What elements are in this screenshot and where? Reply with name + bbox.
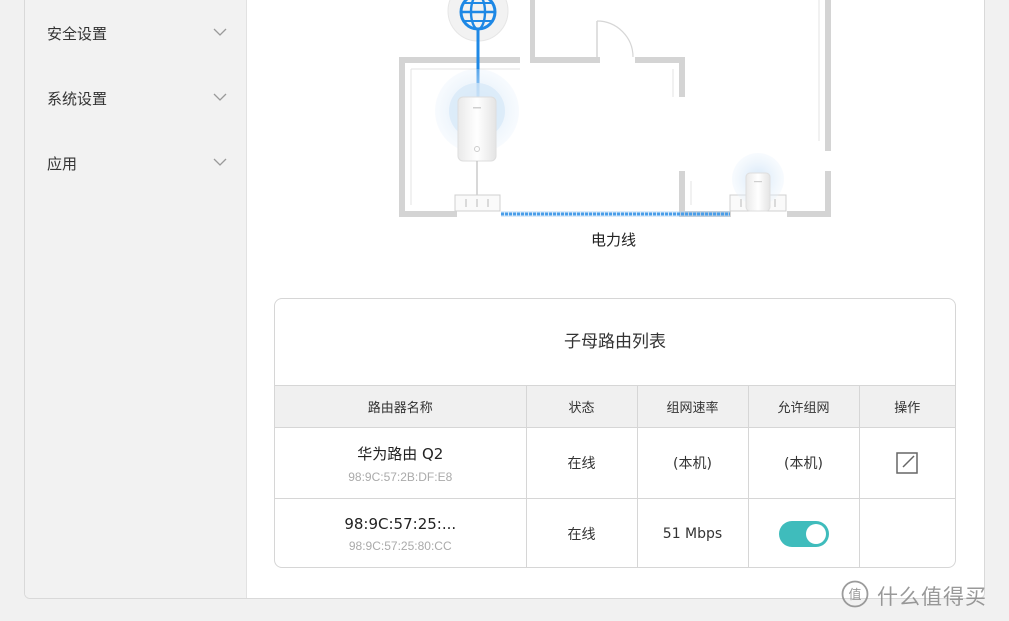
edit-icon[interactable] <box>895 451 919 475</box>
router-mac: 98:9C:57:25:80:CC <box>348 539 452 553</box>
router-rate: 51 Mbps <box>636 498 748 567</box>
column-header-allow: 允许组网 <box>747 385 859 428</box>
router-action-cell <box>858 427 955 499</box>
table-row: 华为路由 Q2 98:9C:57:2B:DF:E8 在线 (本机) (本机) <box>275 427 955 499</box>
powerline-label: 电力线 <box>591 231 637 249</box>
svg-text:值: 值 <box>848 587 861 603</box>
column-header-action: 操作 <box>858 385 955 428</box>
router-name-cell: 华为路由 Q2 98:9C:57:2B:DF:E8 <box>275 427 526 499</box>
router-list-title: 子母路由列表 <box>564 332 666 352</box>
router-status: 在线 <box>525 498 637 567</box>
router-name: 华为路由 Q2 <box>357 444 444 463</box>
router-action-cell <box>858 498 955 567</box>
router-sub-icon <box>745 172 771 212</box>
main-panel: 安全设置 系统设置 应用 电力线 子母路由列表 路由器名称 状态 组网速率 允许… <box>24 0 985 599</box>
router-name: 98:9C:57:25:... <box>344 515 457 533</box>
allow-mesh-toggle[interactable] <box>778 521 829 547</box>
column-header-status: 状态 <box>525 385 637 428</box>
toggle-knob <box>805 524 826 544</box>
door-arc <box>596 20 634 58</box>
topology-diagram <box>399 0 831 217</box>
router-table: 路由器名称 状态 组网速率 允许组网 操作 华为路由 Q2 98:9C:57:2… <box>275 385 955 567</box>
watermark-logo-icon: 值 <box>841 580 869 608</box>
power-outlet-icon <box>454 194 501 212</box>
router-status: 在线 <box>525 427 637 499</box>
router-rate: (本机) <box>636 427 748 499</box>
column-header-name: 路由器名称 <box>275 385 526 428</box>
router-main-icon <box>457 96 497 162</box>
watermark-text: 什么值得买 <box>877 585 987 609</box>
table-row: 98:9C:57:25:... 98:9C:57:25:80:CC 在线 51 … <box>275 498 955 567</box>
column-header-rate: 组网速率 <box>636 385 748 428</box>
router-allow: (本机) <box>747 427 859 499</box>
table-header-row: 路由器名称 状态 组网速率 允许组网 操作 <box>275 385 955 428</box>
router-mac: 98:9C:57:2B:DF:E8 <box>348 469 453 484</box>
router-list-card: 子母路由列表 路由器名称 状态 组网速率 允许组网 操作 华为路由 Q2 98:… <box>274 298 956 568</box>
router-allow-cell <box>747 498 859 567</box>
router-name-cell: 98:9C:57:25:... 98:9C:57:25:80:CC <box>275 498 526 567</box>
